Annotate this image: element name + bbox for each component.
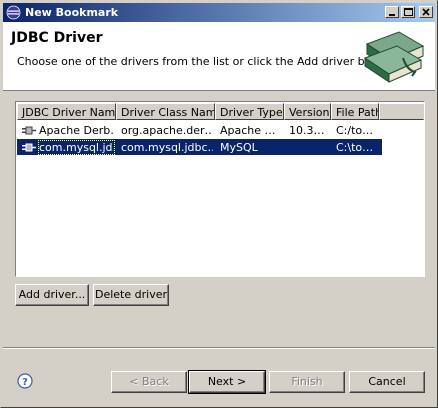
- table-row-selected[interactable]: com.mysql.jd… com.mysql.jdbc… MySQL C:\t…: [17, 139, 382, 155]
- add-driver-button[interactable]: Add driver...: [15, 284, 89, 306]
- cell-driver-type: Apache …: [220, 124, 276, 137]
- separator: [3, 347, 435, 349]
- svg-text:?: ?: [22, 377, 28, 388]
- plug-icon: [22, 143, 36, 152]
- column-header-file-path[interactable]: File Path: [331, 103, 379, 120]
- cell-class-name: com.mysql.jdbc…: [121, 141, 213, 154]
- dialog-window: New Bookmark JDBC Driver Choose one of t…: [0, 0, 438, 408]
- help-icon[interactable]: ?: [17, 373, 33, 389]
- cell-file-path: C:\to…: [336, 141, 374, 154]
- column-header-class-name[interactable]: Driver Class Name: [116, 103, 215, 120]
- driver-table[interactable]: JDBC Driver Name Driver Class Name Drive…: [15, 101, 425, 277]
- eclipse-icon: [6, 5, 21, 20]
- minimize-button[interactable]: [385, 6, 399, 18]
- cell-driver-name: Apache Derb…: [39, 124, 114, 137]
- delete-driver-button[interactable]: Delete driver: [93, 284, 169, 306]
- book-stack-icon: [363, 31, 425, 83]
- back-button[interactable]: < Back: [111, 371, 187, 393]
- next-button[interactable]: Next >: [188, 370, 266, 394]
- cancel-button[interactable]: Cancel: [349, 371, 425, 393]
- cell-class-name: org.apache.der…: [121, 124, 213, 137]
- finish-button[interactable]: Finish: [269, 371, 345, 393]
- column-header-driver-type[interactable]: Driver Type: [215, 103, 284, 120]
- cell-driver-name: com.mysql.jd…: [38, 140, 115, 155]
- page-title: JDBC Driver: [11, 30, 103, 46]
- cell-file-path: C:/to…: [336, 124, 374, 137]
- window-title: New Bookmark: [25, 6, 119, 19]
- column-header-version[interactable]: Version: [284, 103, 331, 120]
- column-header-filler: [379, 103, 424, 120]
- close-button[interactable]: [419, 6, 433, 18]
- column-header-driver-name[interactable]: JDBC Driver Name: [17, 103, 116, 120]
- plug-icon: [22, 126, 36, 135]
- cell-driver-type: MySQL: [220, 141, 258, 154]
- cell-version: 10.3…: [289, 124, 325, 137]
- page-description: Choose one of the drivers from the list …: [17, 55, 394, 68]
- table-header: JDBC Driver Name Driver Class Name Drive…: [17, 103, 424, 120]
- maximize-button[interactable]: [401, 6, 415, 18]
- title-bar[interactable]: New Bookmark: [3, 3, 435, 22]
- wizard-header: JDBC Driver Choose one of the drivers fr…: [3, 22, 435, 91]
- table-row[interactable]: Apache Derb… org.apache.der… Apache … 10…: [17, 122, 424, 138]
